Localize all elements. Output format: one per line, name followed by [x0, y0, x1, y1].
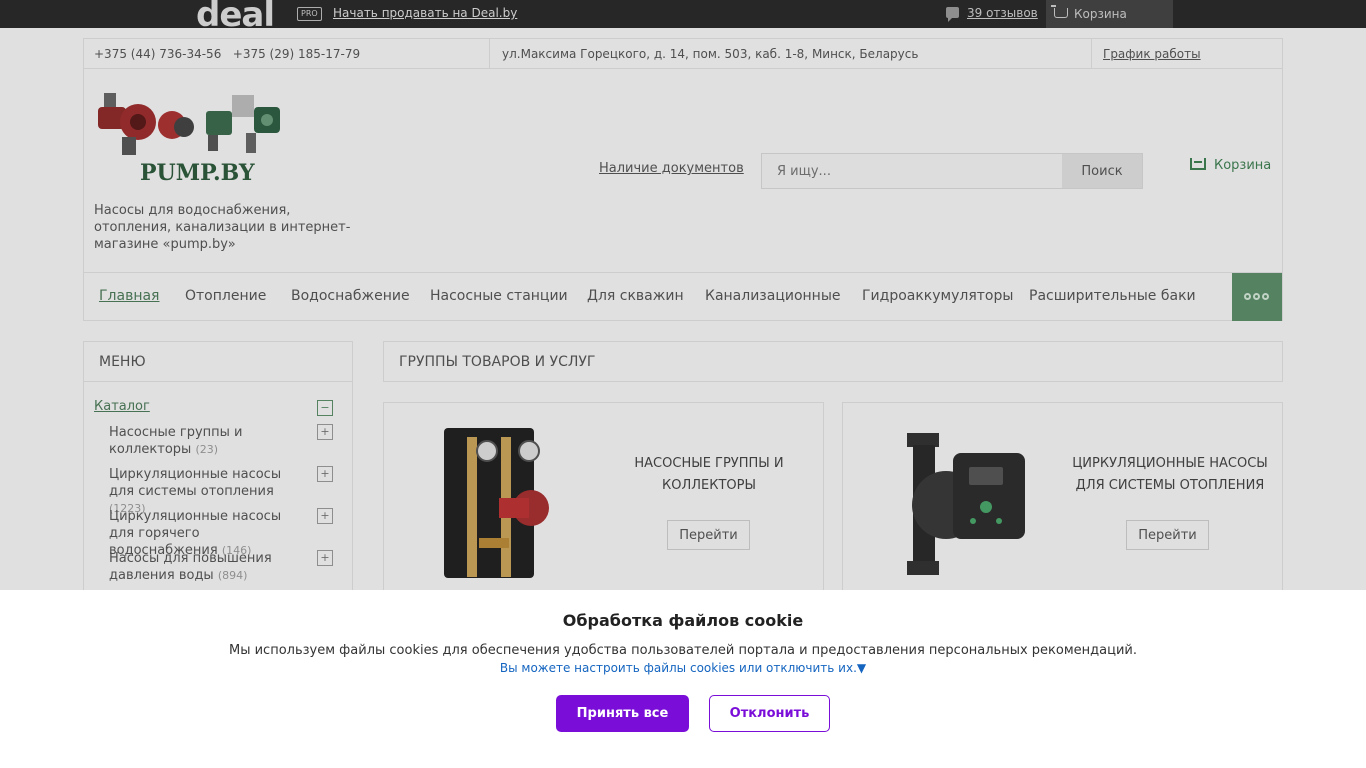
search-button[interactable]: Поиск [1062, 154, 1142, 188]
cookie-banner: Обработка файлов cookie Мы используем фа… [0, 590, 1366, 768]
sidebar-item-pressure-boost[interactable]: Насосы для повышения давления воды (894) [109, 550, 309, 584]
nav-item-home[interactable]: Главная [99, 288, 159, 304]
topbar-cart-label: Корзина [1074, 7, 1127, 21]
sidebar-title: МЕНЮ [84, 342, 352, 382]
main-nav: Главная Отопление Водоснабжение Насосные… [84, 272, 1282, 321]
content-title: ГРУППЫ ТОВАРОВ И УСЛУГ [383, 341, 1283, 382]
sidebar-item-label: Циркуляционные насосы для системы отопле… [109, 467, 282, 499]
circulation-pump-image [907, 433, 1025, 575]
expand-icon[interactable]: + [317, 466, 333, 482]
expand-icon[interactable]: + [317, 424, 333, 440]
sidebar-item-count: (23) [195, 443, 219, 456]
nav-item-expansion-tanks[interactable]: Расширительные баки [1029, 288, 1196, 304]
cookie-text: Мы используем файлы cookies для обеспече… [228, 643, 1137, 658]
cart-icon [1190, 158, 1206, 170]
decline-button[interactable]: Отклонить [709, 695, 830, 732]
cookie-settings-link[interactable]: Вы можете настроить файлы cookies или от… [0, 661, 1366, 675]
cookie-title: Обработка файлов cookie [562, 611, 804, 630]
header-cart-label: Корзина [1214, 158, 1272, 173]
phone-2[interactable]: +375 (29) 185-17-79 [233, 47, 360, 61]
pump-group-image [444, 428, 549, 578]
header-cart-link[interactable]: Корзина [1190, 158, 1271, 173]
expand-icon[interactable]: + [317, 508, 333, 524]
address: ул.Максима Горецкого, д. 14, пом. 503, к… [489, 39, 1092, 68]
accept-all-button[interactable]: Принять все [556, 695, 689, 732]
search-box: Поиск [761, 153, 1143, 189]
nav-more-button[interactable] [1232, 273, 1282, 321]
sidebar-item-count: (894) [217, 569, 248, 582]
card-title[interactable]: НАСОСНЫЕ ГРУППЫ И КОЛЛЕКТОРЫ [609, 453, 809, 497]
go-button[interactable]: Перейти [1126, 520, 1209, 550]
reviews-label: 39 отзывов [967, 6, 1038, 20]
nav-item-wells[interactable]: Для скважин [587, 288, 684, 304]
site-header: +375 (44) 736-34-56 +375 (29) 185-17-79 … [83, 38, 1283, 321]
contacts-bar: +375 (44) 736-34-56 +375 (29) 185-17-79 … [84, 39, 1282, 69]
sidebar-catalog-link[interactable]: Каталог [94, 399, 150, 414]
deal-logo[interactable]: deal [196, 0, 274, 28]
nav-item-sewage[interactable]: Канализационные [705, 288, 841, 304]
search-input[interactable] [762, 154, 1062, 188]
go-button[interactable]: Перейти [667, 520, 750, 550]
product-group-card[interactable]: ЦИРКУЛЯЦИОННЫЕ НАСОСЫ ДЛЯ СИСТЕМЫ ОТОПЛЕ… [842, 402, 1283, 602]
pumps-logo-image[interactable] [96, 87, 286, 163]
topbar-cart-button[interactable]: Корзина [1046, 0, 1173, 28]
cart-icon [1051, 5, 1068, 18]
product-group-card[interactable]: НАСОСНЫЕ ГРУППЫ И КОЛЛЕКТОРЫ Перейти [383, 402, 824, 602]
sidebar-item-label: Насосные группы и коллекторы [109, 425, 243, 457]
comment-icon [946, 7, 959, 22]
nav-item-pump-stations[interactable]: Насосные станции [430, 288, 568, 304]
phones: +375 (44) 736-34-56 +375 (29) 185-17-79 [94, 47, 360, 61]
slogan: Насосы для водоснабжения, отопления, кан… [94, 203, 351, 252]
deal-topbar: deal PRO Начать продавать на Deal.by 39 … [0, 0, 1366, 28]
collapse-icon[interactable]: − [317, 400, 333, 416]
pro-badge: PRO [297, 7, 322, 21]
reviews-link[interactable]: 39 отзывов [946, 6, 1038, 22]
logo-text[interactable]: PUMP.BY [140, 160, 255, 186]
phone-1[interactable]: +375 (44) 736-34-56 [94, 47, 221, 61]
nav-item-water-supply[interactable]: Водоснабжение [291, 288, 410, 304]
expand-icon[interactable]: + [317, 550, 333, 566]
schedule-link[interactable]: График работы [1103, 47, 1201, 61]
start-selling-link[interactable]: Начать продавать на Deal.by [333, 6, 517, 20]
nav-item-heating[interactable]: Отопление [185, 288, 266, 304]
card-title[interactable]: ЦИРКУЛЯЦИОННЫЕ НАСОСЫ ДЛЯ СИСТЕМЫ ОТОПЛЕ… [1065, 453, 1275, 497]
documents-link[interactable]: Наличие документов [599, 161, 744, 176]
more-dots-icon [1244, 293, 1251, 300]
nav-item-accumulators[interactable]: Гидроаккумуляторы [862, 288, 1013, 304]
sidebar-item-pump-groups[interactable]: Насосные группы и коллекторы (23) [109, 424, 309, 458]
